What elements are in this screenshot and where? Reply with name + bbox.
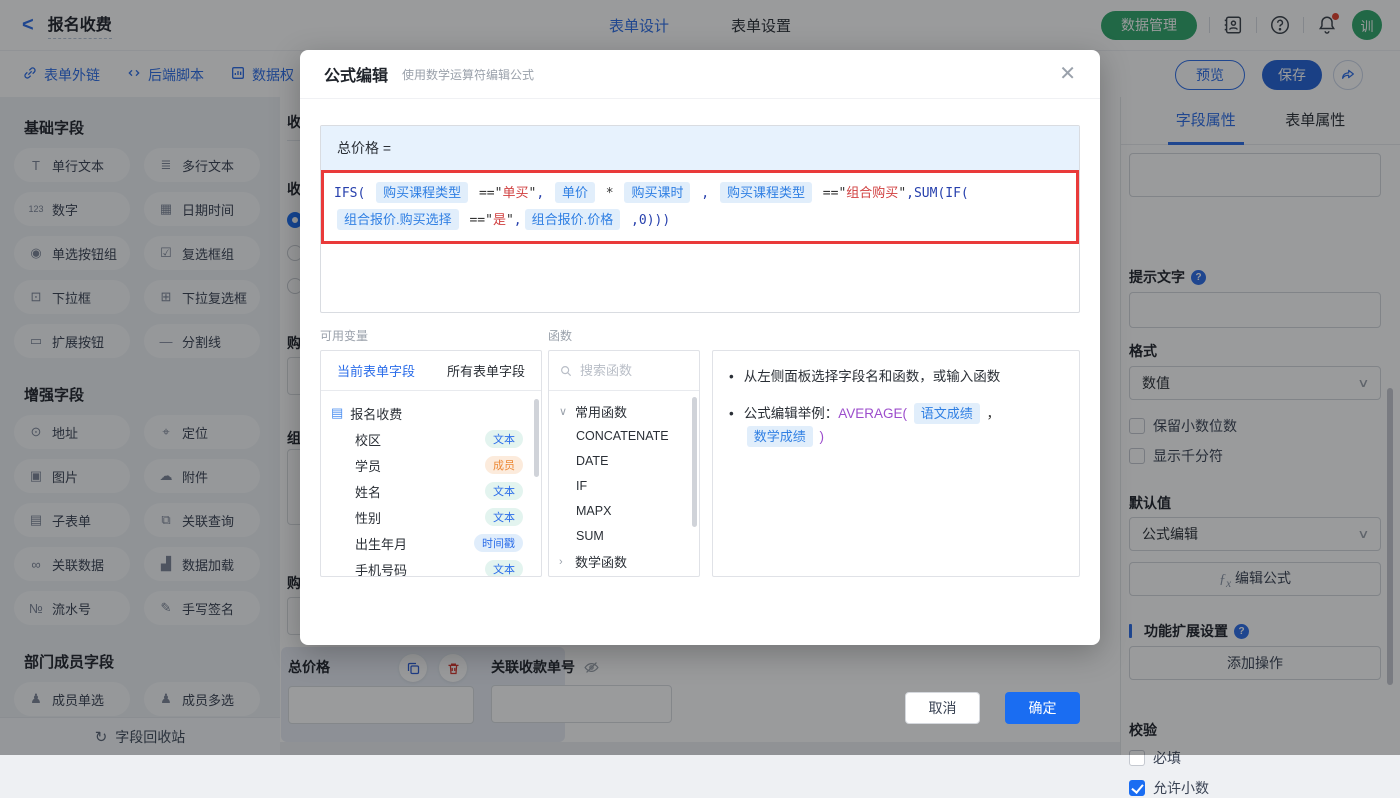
form-root-node[interactable]: ▤ 报名收费 [331, 400, 533, 426]
variable-name: 出生年月 [355, 536, 408, 552]
formula-token: ,0))) [623, 213, 671, 228]
function-item-SUM[interactable]: SUM [559, 524, 699, 549]
field-chip[interactable]: 数学成绩 [746, 426, 813, 447]
variable-row[interactable]: 手机号码 文本 [331, 556, 533, 577]
formula-content[interactable]: IFS( 购买课程类型 =="单买", 单价 * 购买课时 , 购买课程类型 =… [321, 170, 1079, 312]
functions-panel: ∨ 常用函数 CONCATENATEDATEIFMAPXSUM › 数学函数 ›文本函数 [548, 350, 700, 577]
function-group-常用函数[interactable]: ∨ 常用函数 [559, 399, 699, 424]
formula-token: ,SUM(IF( [906, 186, 969, 201]
variable-type-badge: 成员 [485, 456, 523, 474]
allow-decimal-checkbox[interactable]: 允许小数 [1129, 778, 1209, 798]
variable-row[interactable]: 出生年月 时间戳 [331, 530, 533, 556]
field-chip[interactable]: 购买课程类型 [719, 182, 812, 203]
function-group-文本函数[interactable]: ›文本函数 [559, 574, 699, 576]
variable-name: 性别 [355, 510, 382, 526]
formula-token: 单买 [502, 186, 529, 201]
function-group-label: 常用函数 [575, 405, 628, 420]
close-icon[interactable]: ✕ [1059, 64, 1076, 84]
formula-token: ==" [471, 186, 503, 201]
variable-name: 学员 [355, 458, 382, 474]
variable-row[interactable]: 校区 文本 [331, 426, 533, 452]
tip-line-1: • 从左侧面板选择字段名和函数，或输入函数 [729, 369, 1001, 384]
formula-token: 组合购买 [846, 186, 899, 201]
variable-type-badge: 文本 [485, 560, 523, 576]
function-group-label: 数学函数 [575, 555, 628, 570]
variable-row[interactable]: 学员 成员 [331, 452, 533, 478]
variables-label: 可用变量 [320, 329, 369, 343]
variable-type-badge: 文本 [485, 482, 523, 500]
function-search-input[interactable] [580, 363, 680, 378]
formula-token: , [536, 186, 552, 201]
function-search [549, 351, 699, 391]
functions-label: 函数 [548, 329, 573, 343]
field-chip[interactable]: 购买课程类型 [376, 182, 469, 203]
chevron-down-icon: ∨ [559, 406, 568, 418]
formula-token: IFS( [334, 186, 374, 201]
variable-name: 手机号码 [355, 562, 408, 577]
functions-scrollbar[interactable] [692, 397, 697, 527]
function-group-数学函数[interactable]: › 数学函数 [559, 549, 699, 574]
formula-token: * [597, 186, 622, 201]
function-item-CONCATENATE[interactable]: CONCATENATE [559, 424, 699, 449]
tab-current-form-fields[interactable]: 当前表单字段 [337, 361, 415, 380]
field-chip[interactable]: 语文成绩 [913, 403, 980, 424]
formula-editor-modal: 公式编辑 使用数学运算符编辑公式 ✕ 总价格 = IFS( 购买课程类型 =="… [300, 50, 1100, 724]
formula-token: ) [815, 429, 825, 444]
formula-token: ==" [814, 186, 847, 201]
formula-token: AVERAGE( [838, 406, 911, 421]
formula-expression[interactable]: IFS( 购买课程类型 =="单买", 单价 * 购买课时 , 购买课程类型 =… [321, 170, 1079, 244]
variable-type-badge: 时间戳 [474, 534, 523, 552]
tip-line-2: • 公式编辑举例：AVERAGE( 语文成绩 ， 数学成绩 ) [729, 402, 1063, 448]
modal-header: 公式编辑 使用数学运算符编辑公式 ✕ [300, 50, 1100, 99]
formula-token: 是 [492, 213, 506, 228]
formula-token: ， [982, 406, 1001, 421]
variable-name: 校区 [355, 432, 382, 448]
field-chip[interactable]: 单价 [554, 182, 595, 203]
field-chip[interactable]: 组合报价.购买选择 [337, 209, 459, 230]
formula-token: , [513, 213, 522, 228]
variable-row[interactable]: 性别 文本 [331, 504, 533, 530]
tips-panel: • 从左侧面板选择字段名和函数，或输入函数 • 公式编辑举例：AVERAGE( 语… [712, 350, 1080, 577]
variable-type-badge: 文本 [485, 508, 523, 526]
variable-type-badge: 文本 [485, 430, 523, 448]
modal-title: 公式编辑 [324, 68, 389, 85]
function-item-DATE[interactable]: DATE [559, 449, 699, 474]
formula-target: 总价格 = [321, 126, 1079, 170]
search-icon [561, 365, 572, 376]
function-item-MAPX[interactable]: MAPX [559, 499, 699, 524]
formula-token: " [898, 186, 907, 201]
variable-row[interactable]: 姓名 文本 [331, 478, 533, 504]
tab-all-form-fields[interactable]: 所有表单字段 [447, 361, 525, 380]
variable-name: 姓名 [355, 484, 382, 500]
formula-box: 总价格 = IFS( 购买课程类型 =="单买", 单价 * 购买课时 , 购买… [320, 125, 1080, 313]
formula-token: " [505, 213, 514, 228]
confirm-button[interactable]: 确定 [1005, 692, 1080, 724]
modal-subtitle: 使用数学运算符编辑公式 [402, 67, 535, 82]
document-icon: ▤ [331, 405, 344, 420]
variables-panel: 当前表单字段 所有表单字段 ▤ 报名收费 校区 文本 学员 成员 姓名 文本 性别 文本 出生年月… [320, 350, 542, 577]
variables-scrollbar[interactable] [534, 399, 539, 477]
formula-token: , [693, 186, 717, 201]
field-chip[interactable]: 购买课时 [624, 182, 691, 203]
cancel-button[interactable]: 取消 [905, 692, 980, 724]
function-item-IF[interactable]: IF [559, 474, 699, 499]
chevron-right-icon: › [559, 555, 563, 568]
field-chip[interactable]: 组合报价.价格 [524, 209, 621, 230]
formula-token: ==" [461, 213, 493, 228]
